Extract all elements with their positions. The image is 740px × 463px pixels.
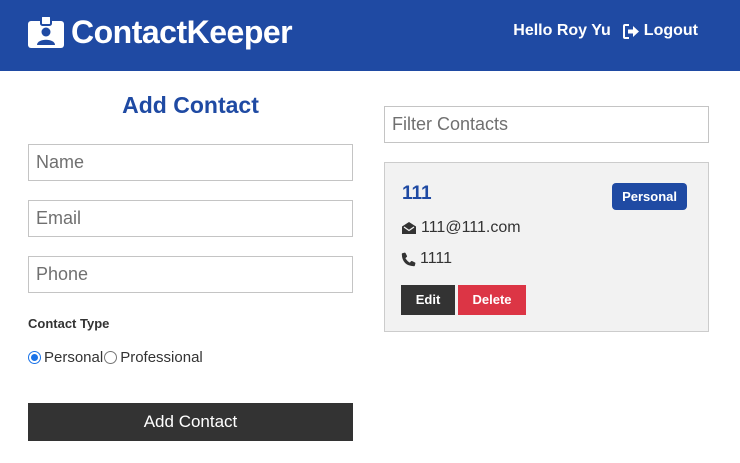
professional-radio-label[interactable]: Professional — [120, 349, 203, 366]
logout-label: Logout — [643, 22, 698, 39]
contact-name: 111 — [402, 183, 432, 204]
filter-contacts-input[interactable] — [384, 106, 709, 143]
edit-button[interactable]: Edit — [401, 285, 455, 315]
phone-icon — [401, 252, 416, 266]
name-input[interactable] — [28, 144, 353, 181]
contact-card: 111 Personal 111@111.com 1111 Edit Delet… — [384, 162, 709, 332]
nav-user-area: Hello Roy Yu Logout — [513, 22, 698, 40]
phone-input[interactable] — [28, 256, 353, 293]
contact-email: 111@111.com — [421, 219, 521, 236]
email-input[interactable] — [28, 200, 353, 237]
delete-button[interactable]: Delete — [458, 285, 526, 315]
logout-link[interactable]: Logout — [622, 22, 698, 40]
navbar: ContactKeeper Hello Roy Yu Logout — [0, 0, 740, 71]
add-contact-form: Add Contact Contact Type Personal Profes… — [28, 86, 353, 441]
contact-type-label: Contact Type — [28, 316, 110, 331]
contact-phone: 1111 — [420, 250, 453, 267]
personal-radio-label[interactable]: Personal — [44, 349, 103, 366]
brand[interactable]: ContactKeeper — [27, 14, 293, 50]
id-badge-icon — [28, 15, 64, 48]
form-title: Add Contact — [122, 92, 259, 118]
personal-radio[interactable] — [28, 351, 41, 364]
contact-type-badge: Personal — [612, 183, 687, 210]
add-contact-button[interactable]: Add Contact — [28, 403, 353, 441]
professional-radio[interactable] — [104, 351, 118, 364]
brand-title: ContactKeeper — [71, 14, 293, 50]
user-greeting: Hello Roy Yu — [513, 22, 611, 39]
contact-type-radio-group: Personal Professional — [28, 349, 204, 366]
envelope-open-icon — [402, 222, 416, 234]
contact-email-row: 111@111.com — [401, 219, 521, 237]
sign-out-icon — [622, 23, 639, 39]
contact-phone-row: 1111 — [401, 250, 452, 268]
